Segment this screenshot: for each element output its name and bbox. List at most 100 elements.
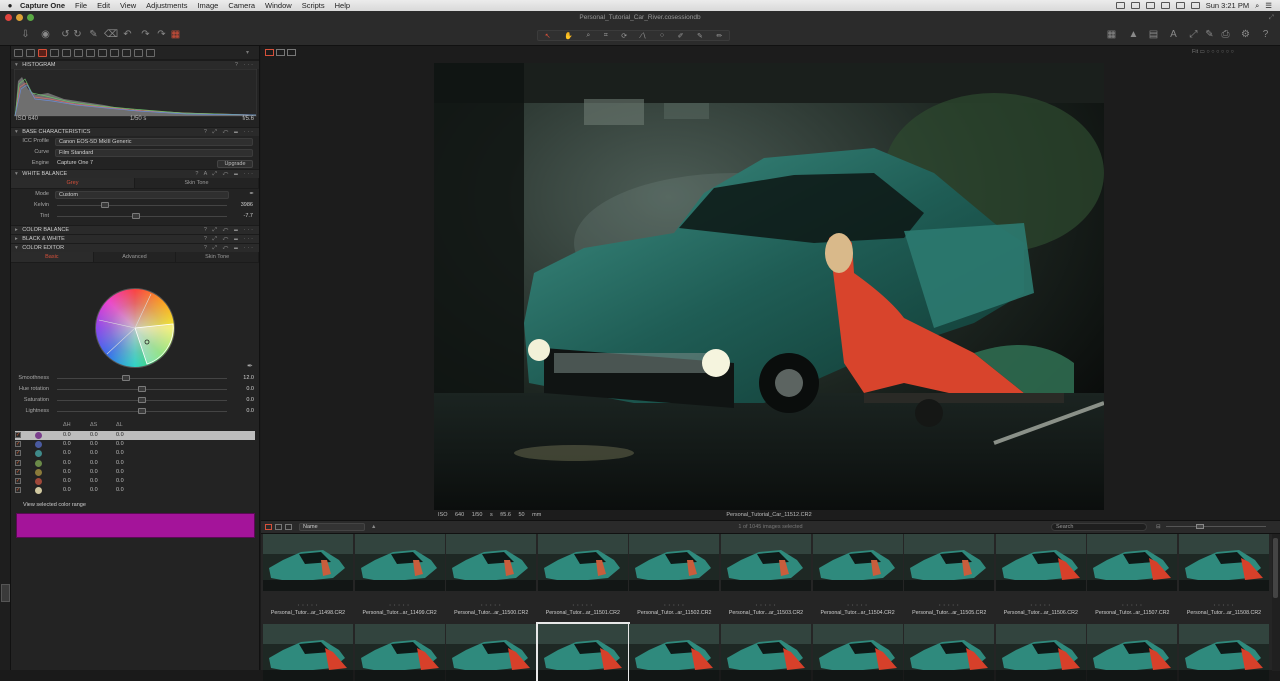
collapse-arrow-icon[interactable]: ▾ xyxy=(15,62,18,68)
compare-view-icon[interactable] xyxy=(287,49,296,56)
tool-actions[interactable]: ? ⤢ ↶ ☰ ··· xyxy=(204,128,255,136)
browser-scroll-thumb[interactable] xyxy=(1273,538,1278,598)
redo-icon[interactable]: ↷ xyxy=(140,30,151,40)
color-swatch[interactable] xyxy=(35,432,42,439)
tab-library-icon[interactable] xyxy=(14,48,23,57)
thumbnail[interactable] xyxy=(537,534,628,591)
thumbnail-filename[interactable]: Personal_Tutor...ar_11506.CR2 xyxy=(996,609,1086,617)
grid-icon[interactable]: ▦ xyxy=(1106,30,1117,40)
color-enable-checkbox[interactable]: ✓ xyxy=(15,459,21,466)
base-characteristics-header[interactable]: ▾ BASE CHARACTERISTICS ? ⤢ ↶ ☰ ··· xyxy=(11,127,259,136)
menu-clock[interactable]: Sun 3:21 PM xyxy=(1206,1,1249,10)
saturation-slider[interactable] xyxy=(57,397,227,403)
spot-removal-icon[interactable]: ○ xyxy=(660,32,664,39)
text-icon[interactable]: A xyxy=(1168,30,1179,40)
edit-with-icon[interactable]: ✎ xyxy=(1204,30,1215,40)
thumbnail[interactable] xyxy=(1087,624,1178,681)
color-swatch[interactable] xyxy=(35,459,42,467)
thumbnail-filename[interactable]: Personal_Tutor...ar_11499.CR2 xyxy=(355,609,445,617)
exposure-warning-icon[interactable]: ▲ xyxy=(1128,30,1139,40)
upgrade-button[interactable]: Upgrade xyxy=(217,160,253,168)
color-list-row[interactable]: ✓ 0.0 0.0 0.0 xyxy=(15,431,255,440)
undo-icon[interactable]: ↶ xyxy=(122,30,133,40)
saturation-knob[interactable] xyxy=(138,397,146,403)
copy-adjustments-icon[interactable]: ✎ xyxy=(88,30,99,40)
thumbnail-filename[interactable]: Personal_Tutor...ar_11498.CR2 xyxy=(263,609,353,617)
thumbnail-filename[interactable]: Personal_Tutor...ar_11507.CR2 xyxy=(1087,609,1177,617)
select-cursor-icon[interactable]: ↖ xyxy=(545,32,551,40)
tool-actions[interactable]: ? ⤢ ↶ ☰ ··· xyxy=(204,226,255,234)
color-enable-checkbox[interactable]: ✓ xyxy=(15,441,21,448)
color-list-row[interactable]: ✓ 0.0 0.0 0.0 xyxy=(15,468,255,477)
color-balance-header[interactable]: ▸ COLOR BALANCE ? ⤢ ↶ ☰ ··· xyxy=(11,225,259,234)
thumbnail[interactable] xyxy=(629,624,720,681)
color-list-row[interactable]: ✓ 0.0 0.0 0.0 xyxy=(15,486,255,495)
reset-icon[interactable]: ▦ xyxy=(170,30,181,40)
menu-window[interactable]: Window xyxy=(265,1,292,10)
fullscreen-icon[interactable]: ⤢ xyxy=(1269,11,1274,25)
smoothness-slider[interactable] xyxy=(57,375,227,381)
dock-tab[interactable] xyxy=(1,584,10,602)
thumbnail[interactable] xyxy=(904,624,995,681)
color-swatch[interactable] xyxy=(35,487,42,495)
rotate-right-icon[interactable]: ↻ xyxy=(72,30,83,40)
collapse-arrow-icon[interactable]: ▾ xyxy=(15,129,18,135)
thumbnail[interactable] xyxy=(446,624,537,681)
tab-exposure-icon[interactable] xyxy=(50,48,59,57)
color-swatch[interactable] xyxy=(35,450,42,458)
color-enable-checkbox[interactable]: ✓ xyxy=(15,432,21,438)
rating-stars[interactable]: • • • • • xyxy=(904,603,994,607)
tab-output-icon[interactable] xyxy=(134,48,143,57)
kelvin-value[interactable]: 3986 xyxy=(241,200,253,211)
menu-file[interactable]: File xyxy=(75,1,87,10)
status-icon[interactable] xyxy=(1130,2,1140,9)
main-photo[interactable] xyxy=(434,63,1104,510)
wb-mode-select[interactable]: Custom xyxy=(55,191,229,199)
menu-view[interactable]: View xyxy=(120,1,136,10)
tab-skin-tone[interactable]: Skin Tone xyxy=(135,178,259,188)
thumbnail[interactable] xyxy=(1179,534,1269,591)
panel-more-icon[interactable]: ▾ xyxy=(246,49,255,57)
tab-adjustments-icon[interactable] xyxy=(110,48,119,57)
thumbnail[interactable] xyxy=(995,534,1086,591)
rating-stars[interactable]: • • • • • xyxy=(1087,603,1177,607)
kelvin-knob[interactable] xyxy=(100,202,109,208)
expand-arrow-icon[interactable]: ▸ xyxy=(15,227,18,233)
capture-icon[interactable]: ◉ xyxy=(40,30,51,40)
rating-stars[interactable]: • • • • • xyxy=(538,603,628,607)
color-enable-checkbox[interactable]: ✓ xyxy=(15,487,21,494)
status-icon[interactable] xyxy=(1115,2,1125,9)
multi-view-icon[interactable] xyxy=(265,49,274,56)
battery-icon[interactable] xyxy=(1190,2,1200,9)
thumbnail-filename[interactable]: Personal_Tutor...ar_11502.CR2 xyxy=(629,609,719,617)
color-enable-checkbox[interactable]: ✓ xyxy=(15,468,21,475)
tint-slider[interactable] xyxy=(57,213,227,219)
thumbnail-filename[interactable]: Personal_Tutor...ar_11500.CR2 xyxy=(446,609,536,617)
rating-stars[interactable]: • • • • • xyxy=(629,603,719,607)
tool-actions[interactable]: ? ··· xyxy=(235,61,255,69)
thumbnail[interactable] xyxy=(995,624,1086,681)
delete-icon[interactable]: ⌫ xyxy=(104,30,118,40)
rotate-tool-icon[interactable]: ⟳ xyxy=(621,32,627,40)
thumbnail-filename[interactable]: Personal_Tutor...ar_11504.CR2 xyxy=(813,609,903,617)
thumbnail[interactable] xyxy=(354,534,445,591)
menu-app-name[interactable]: Capture One xyxy=(20,1,65,10)
white-balance-header[interactable]: ▾ WHITE BALANCE ? A ⤢ ↶ ☰ ··· xyxy=(11,169,259,178)
lightness-value[interactable]: 0.0 xyxy=(246,406,254,417)
icc-profile-select[interactable]: Canon EOS-5D MkIII Generic xyxy=(55,138,253,146)
apple-icon[interactable]: ● xyxy=(0,1,20,10)
curve-select[interactable]: Film Standard xyxy=(55,149,253,157)
picker-icon[interactable]: ✐ xyxy=(678,32,684,40)
tab-metadata-icon[interactable] xyxy=(122,48,131,57)
menu-image[interactable]: Image xyxy=(197,1,218,10)
zoom-controls[interactable]: Fit ▭ ○ ○ ○ ○ ○ ○ xyxy=(1192,49,1272,56)
thumbnail[interactable] xyxy=(354,624,445,681)
gear-icon[interactable]: ⚙ xyxy=(1240,30,1251,40)
color-enable-checkbox[interactable]: ✓ xyxy=(15,478,21,484)
eraser-icon[interactable]: ✏ xyxy=(716,32,722,40)
color-swatch[interactable] xyxy=(35,478,42,485)
thumbnail-size-knob[interactable] xyxy=(1196,524,1204,529)
thumbnail[interactable] xyxy=(1179,624,1269,681)
color-list-row[interactable]: ✓ 0.0 0.0 0.0 xyxy=(15,440,255,449)
thumbnail[interactable] xyxy=(904,534,995,591)
